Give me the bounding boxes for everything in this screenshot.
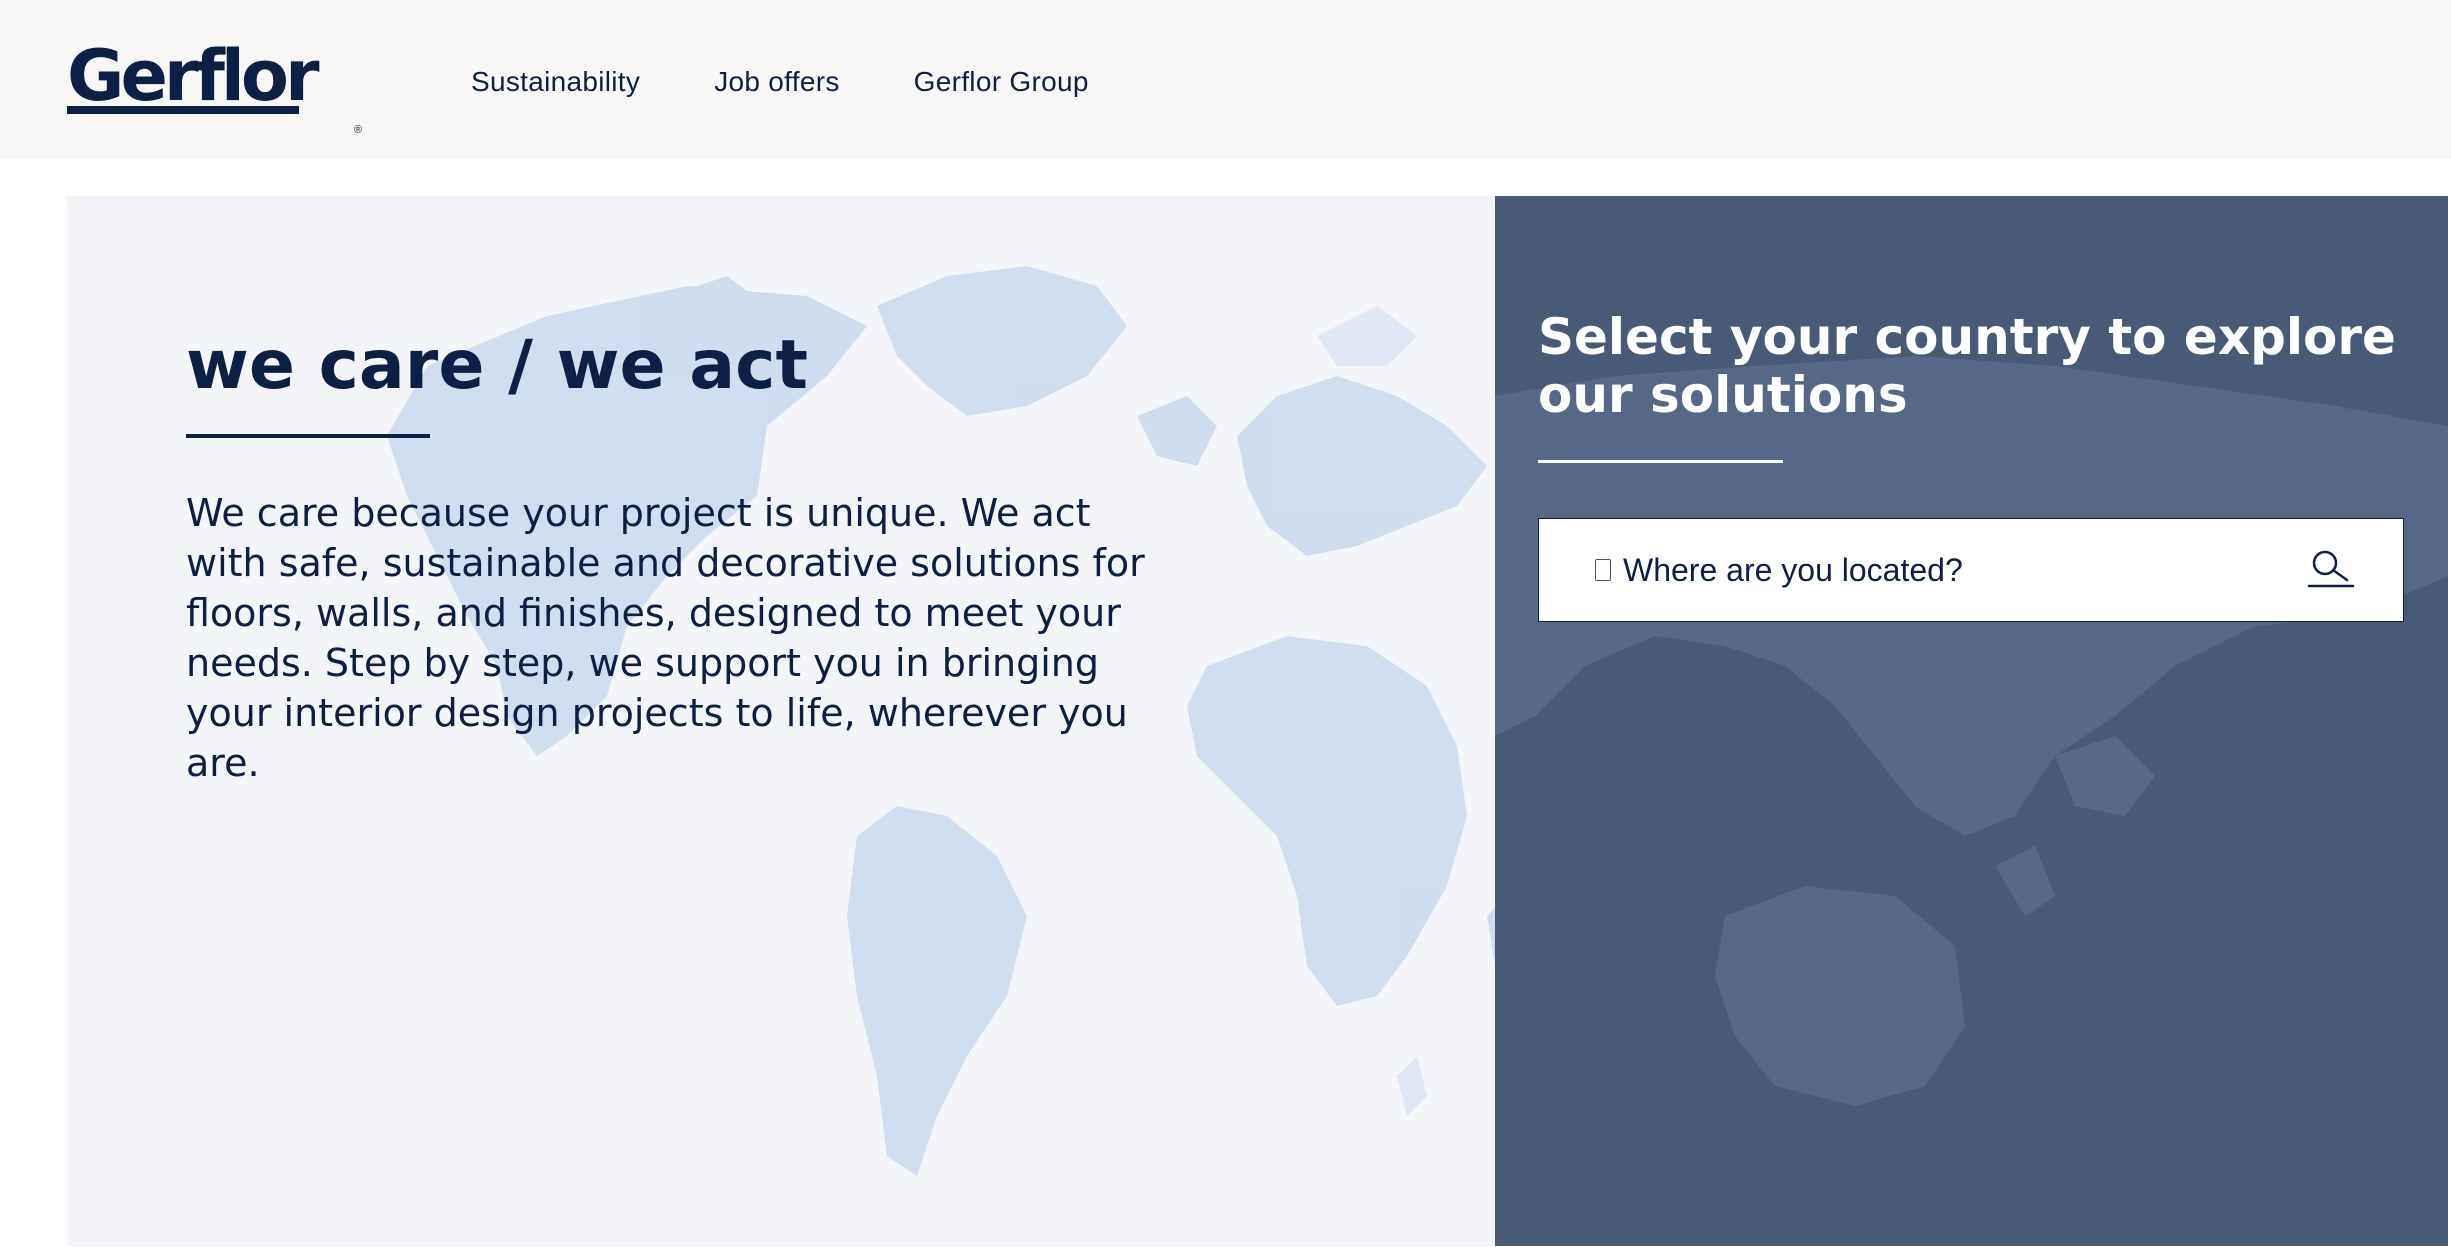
hero-title: we care / we act: [186, 326, 808, 405]
search-icon[interactable]: [2307, 549, 2355, 589]
nav-sustainability[interactable]: Sustainability: [471, 62, 640, 102]
nav-job-offers[interactable]: Job offers: [714, 62, 839, 102]
country-selector-panel: Select your country to explore our solut…: [1495, 196, 2448, 1246]
site-header: Gerflor ® Sustainability Job offers Gerf…: [0, 0, 2451, 159]
hero-title-rule: [186, 434, 430, 438]
hero-body: We care because your project is unique. …: [186, 491, 1145, 785]
country-selector-title: Select your country to explore our solut…: [1538, 308, 2396, 424]
hero-section: we care / we act We care because your pr…: [67, 196, 2448, 1246]
missing-glyph-icon: [1595, 559, 1611, 581]
intro-block: we care / we act We care because your pr…: [186, 316, 1146, 788]
logo-text: Gerflor: [67, 35, 320, 117]
logo-registered-mark: ®: [354, 124, 363, 136]
logo-underline: [67, 106, 299, 114]
gerflor-logo[interactable]: Gerflor ®: [67, 35, 362, 136]
nav-gerflor-group[interactable]: Gerflor Group: [914, 62, 1089, 102]
main-nav: Sustainability Job offers Gerflor Group: [471, 62, 1089, 102]
country-search-box[interactable]: [1538, 518, 2404, 622]
country-search-input[interactable]: [1623, 540, 2263, 600]
country-selector-rule: [1538, 460, 1783, 463]
